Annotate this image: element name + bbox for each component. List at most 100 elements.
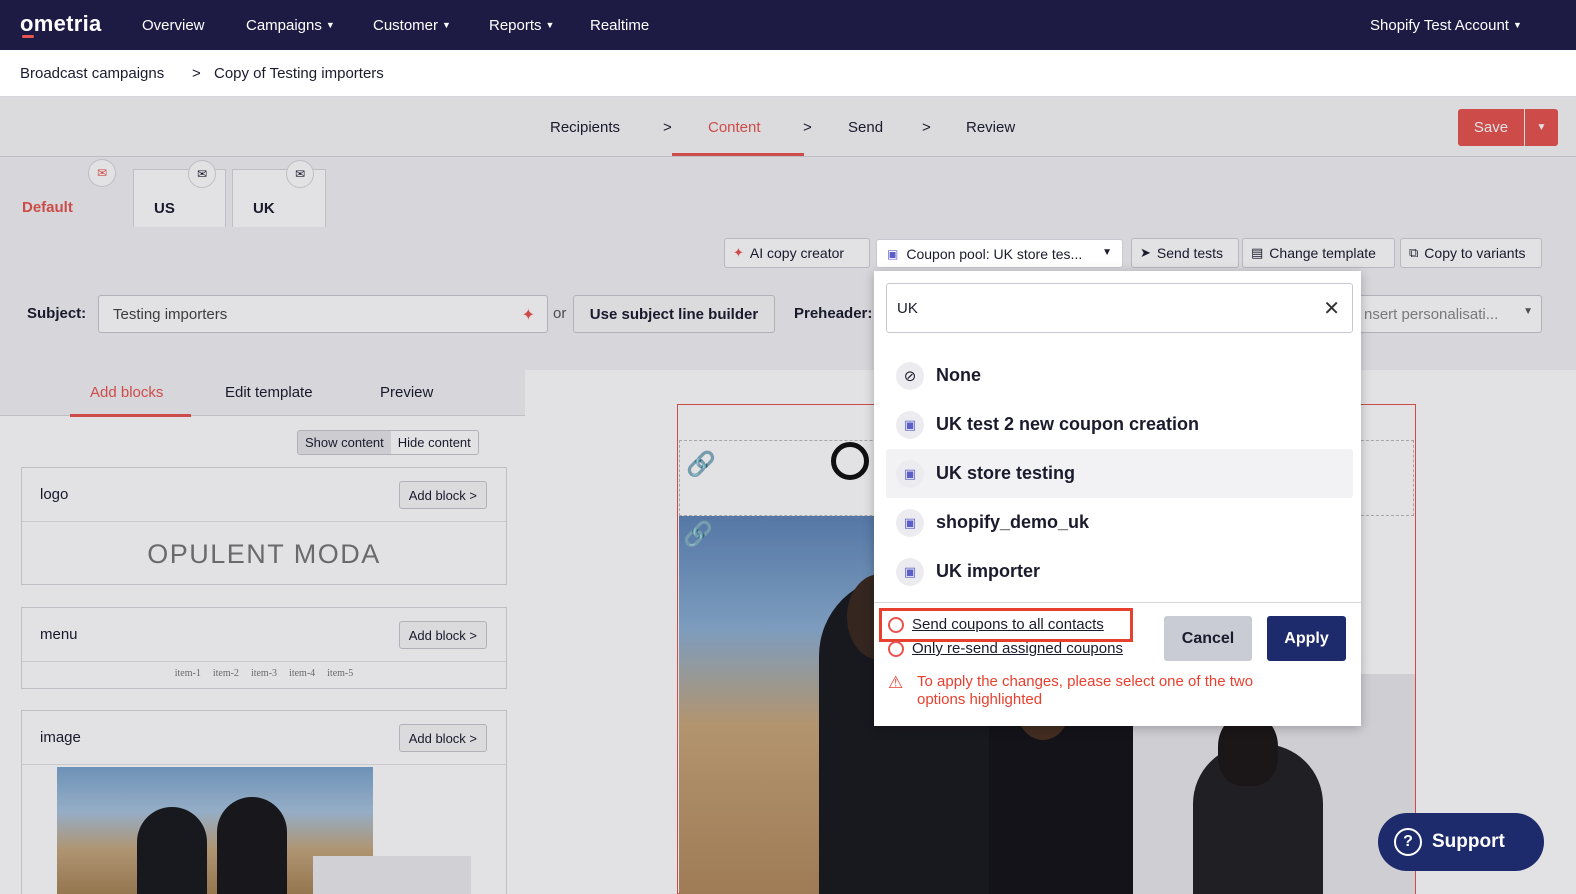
caret-down-icon: ▼: [1102, 247, 1112, 258]
tab-us-label: US: [154, 200, 175, 217]
add-block-button[interactable]: Add block >: [398, 724, 487, 752]
nav-customer[interactable]: Customer ▼: [373, 17, 451, 34]
document-icon: ▤: [1251, 245, 1264, 260]
coupon-icon: ▣: [896, 508, 924, 537]
no-entry-icon: ⊘: [896, 361, 924, 390]
coupon-icon: ▣: [887, 246, 899, 261]
cancel-button[interactable]: Cancel: [1164, 616, 1252, 661]
save-button[interactable]: Save: [1458, 109, 1524, 146]
tab-default[interactable]: ✉ Default: [2, 159, 128, 227]
breadcrumb-separator: >: [192, 65, 201, 82]
send-icon: ➤: [1140, 245, 1151, 260]
block-name: logo: [40, 486, 69, 503]
chevron-down-icon: ▼: [1523, 306, 1533, 317]
warning-icon: ⚠: [888, 673, 904, 692]
save-options-chevron-icon[interactable]: ▼: [1525, 109, 1558, 146]
caret-down-icon: ▼: [1512, 20, 1522, 30]
option-uk-importer[interactable]: ▣ UK importer: [886, 547, 1353, 596]
active-step-underline: [672, 153, 804, 156]
preheader-personalisation-select[interactable]: nsert personalisati... ▼: [1355, 295, 1542, 333]
coupon-pool-options: ⊘ None ▣ UK test 2 new coupon creation ▣ UK…: [886, 351, 1353, 596]
image-block-preview-secondary: [313, 856, 471, 894]
tab-uk[interactable]: ✉ UK: [232, 160, 326, 227]
ai-copy-creator-button[interactable]: ✦ AI copy creator: [724, 238, 870, 268]
nav-campaigns[interactable]: Campaigns ▼: [246, 17, 335, 34]
logo-preview: OPULENT MODA: [147, 539, 381, 569]
content-visibility-toggle: Show content Hide content: [297, 430, 479, 455]
step-review[interactable]: Review: [966, 119, 1015, 136]
step-recipients[interactable]: Recipients: [550, 119, 620, 136]
step-separator: >: [803, 119, 812, 136]
mail-icon: ✉: [188, 160, 216, 188]
breadcrumb-parent[interactable]: Broadcast campaigns: [20, 65, 164, 82]
radio-send-all-label[interactable]: Send coupons to all contacts: [912, 616, 1104, 633]
tab-add-blocks[interactable]: Add blocks: [90, 384, 163, 401]
radio-resend-assigned[interactable]: [888, 641, 904, 657]
tab-uk-label: UK: [253, 200, 275, 217]
active-tab-underline: [70, 414, 191, 417]
nav-realtime[interactable]: Realtime: [590, 17, 649, 34]
caret-down-icon: ▼: [545, 20, 555, 30]
warning-message: To apply the changes, please select one …: [917, 673, 1254, 708]
tab-default-label: Default: [22, 199, 73, 216]
variant-tabs: ✉ Default ✉ US ✉ UK: [0, 157, 1576, 227]
block-menu: menu Add block > item-1 item-2 item-3 item-…: [21, 607, 507, 689]
hide-content-button[interactable]: Hide content: [390, 431, 478, 454]
option-uk-test-2[interactable]: ▣ UK test 2 new coupon creation: [886, 400, 1353, 449]
sparkle-icon: ✦: [733, 245, 744, 260]
option-shopify-demo-uk[interactable]: ▣ shopify_demo_uk: [886, 498, 1353, 547]
radio-send-all[interactable]: [888, 617, 904, 633]
subject-line-builder-button[interactable]: Use subject line builder: [573, 295, 775, 333]
coupon-icon: ▣: [896, 557, 924, 586]
caret-down-icon: ▼: [442, 20, 451, 30]
step-content[interactable]: Content: [708, 119, 761, 136]
add-block-button[interactable]: Add block >: [398, 481, 487, 509]
add-block-button[interactable]: Add block >: [398, 621, 487, 649]
breadcrumb: Broadcast campaigns > Copy of Testing im…: [0, 50, 1576, 97]
option-uk-store-testing[interactable]: ▣ UK store testing: [886, 449, 1353, 498]
sparkle-icon[interactable]: ✦: [522, 305, 535, 325]
blocks-panel-tabs: Add blocks Edit template Preview: [0, 370, 525, 417]
coupon-popup-footer: Send coupons to all contacts Only re-sen…: [874, 602, 1361, 726]
block-logo: logo Add block > OPULENT MODA: [21, 467, 507, 585]
subject-input[interactable]: Testing importers ✦: [98, 295, 548, 333]
step-separator: >: [663, 119, 672, 136]
or-label: or: [553, 305, 567, 322]
campaign-steps: Recipients > Content > Send > Review Sav…: [0, 97, 1576, 157]
ometria-logo[interactable]: ometria: [20, 11, 102, 38]
tab-edit-template[interactable]: Edit template: [225, 384, 313, 401]
copy-icon: ⧉: [1409, 245, 1419, 260]
step-send[interactable]: Send: [848, 119, 883, 136]
loading-spinner: [831, 442, 869, 480]
nav-reports[interactable]: Reports ▼: [489, 17, 554, 34]
tab-preview[interactable]: Preview: [380, 384, 433, 401]
mail-icon: ✉: [286, 160, 314, 188]
coupon-icon: ▣: [896, 410, 924, 439]
show-content-button[interactable]: Show content: [298, 431, 391, 454]
block-name: menu: [40, 626, 78, 643]
subject-label: Subject:: [27, 305, 87, 322]
coupon-pool-popup: UK ✕ ⊘ None ▣ UK test 2 new coupon creatio…: [874, 271, 1361, 726]
clear-icon[interactable]: ✕: [1323, 296, 1340, 321]
breadcrumb-current: Copy of Testing importers: [214, 65, 384, 82]
coupon-search-input[interactable]: UK ✕: [886, 283, 1353, 333]
change-template-button[interactable]: ▤ Change template: [1242, 238, 1395, 268]
option-none[interactable]: ⊘ None: [886, 351, 1353, 400]
caret-down-icon: ▼: [325, 20, 335, 30]
tab-us[interactable]: ✉ US: [133, 160, 226, 227]
nav-overview[interactable]: Overview: [142, 17, 205, 34]
support-button[interactable]: ? Support: [1378, 813, 1544, 871]
radio-resend-assigned-label[interactable]: Only re-send assigned coupons: [912, 640, 1123, 657]
link-icon[interactable]: 🔗: [686, 450, 716, 479]
block-name: image: [40, 729, 81, 746]
mail-icon: ✉: [88, 159, 116, 187]
coupon-icon: ▣: [896, 459, 924, 488]
link-icon[interactable]: 🔗: [683, 520, 713, 549]
coupon-pool-dropdown[interactable]: ▣ Coupon pool: UK store tes... ▼: [876, 239, 1123, 268]
preheader-label: Preheader:: [794, 305, 873, 322]
menu-preview: item-1 item-2 item-3 item-4 item-5: [174, 668, 354, 679]
account-menu[interactable]: Shopify Test Account ▼: [1370, 17, 1522, 34]
copy-to-variants-button[interactable]: ⧉ Copy to variants: [1400, 238, 1542, 268]
apply-button[interactable]: Apply: [1267, 616, 1346, 661]
send-tests-button[interactable]: ➤ Send tests: [1131, 238, 1239, 268]
